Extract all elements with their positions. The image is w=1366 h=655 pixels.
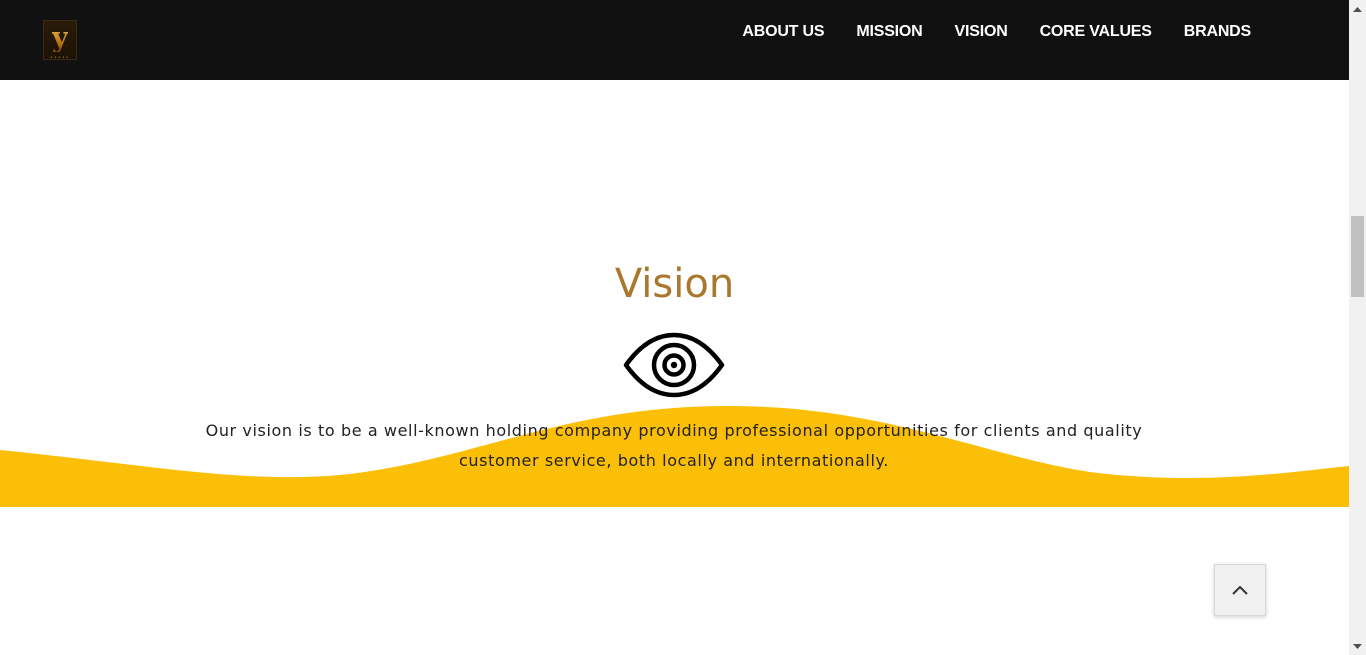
vision-title: Vision bbox=[614, 261, 735, 307]
back-to-top-button[interactable] bbox=[1214, 564, 1266, 616]
scroll-up-arrow-icon[interactable] bbox=[1349, 0, 1366, 17]
logo-dots: ••••• bbox=[50, 55, 70, 61]
main-nav: ABOUT US MISSION VISION CORE VALUES BRAN… bbox=[742, 22, 1251, 42]
nav-about-us[interactable]: ABOUT US bbox=[742, 22, 824, 42]
scroll-down-arrow-icon[interactable] bbox=[1349, 638, 1366, 655]
page: y ••••• ABOUT US MISSION VISION CORE VAL… bbox=[0, 0, 1366, 655]
vertical-scrollbar[interactable] bbox=[1349, 0, 1366, 655]
eye-icon bbox=[623, 332, 725, 398]
nav-core-values[interactable]: CORE VALUES bbox=[1040, 22, 1152, 42]
scroll-thumb[interactable] bbox=[1351, 216, 1364, 297]
vision-statement: Our vision is to be a well-known holding… bbox=[205, 421, 1143, 470]
site-header: y ••••• ABOUT US MISSION VISION CORE VAL… bbox=[0, 0, 1349, 80]
chevron-up-icon bbox=[1232, 585, 1248, 595]
nav-vision[interactable]: VISION bbox=[955, 22, 1008, 42]
logo[interactable]: y ••••• bbox=[43, 20, 77, 61]
nav-mission[interactable]: MISSION bbox=[856, 22, 922, 42]
logo-letter: y bbox=[51, 21, 69, 54]
nav-brands[interactable]: BRANDS bbox=[1184, 22, 1251, 42]
